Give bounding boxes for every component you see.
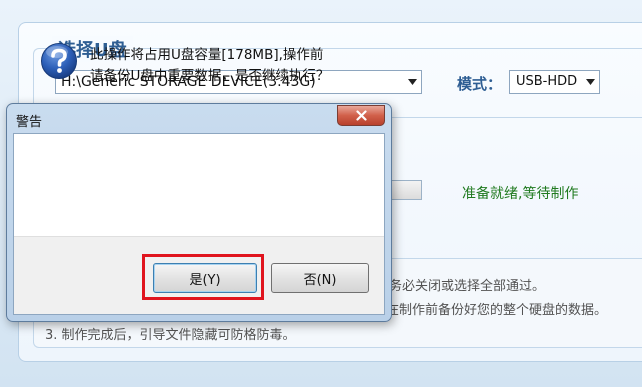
chevron-down-icon[interactable] — [404, 71, 421, 93]
mode-select-value: USB-HDD — [516, 74, 578, 89]
note-line-3: 3. 制作完成后，引导文件隐藏可防格防毒。 — [45, 328, 296, 343]
close-icon — [355, 110, 367, 121]
no-button[interactable]: 否(N) — [271, 263, 369, 293]
note-line-1: 请务必关闭或选择全部通过。 — [376, 279, 546, 294]
status-text: 准备就绪,等待制作 — [462, 186, 579, 202]
dialog-message-line-1: 此操作将占用U盘容量[178MB],操作前 — [90, 47, 324, 63]
dialog-title: 警告 — [16, 115, 43, 130]
mode-select[interactable]: USB-HDD — [509, 70, 600, 94]
mode-label: 模式： — [457, 75, 503, 93]
dialog-content — [14, 134, 384, 236]
question-icon — [41, 43, 77, 79]
dialog-message-line-2: 请备份U盘中重要数据，是否继续执行？ — [90, 68, 330, 84]
chevron-down-icon[interactable] — [582, 71, 599, 93]
yes-button[interactable]: 是(Y) — [153, 263, 257, 293]
close-button[interactable] — [337, 105, 385, 126]
note-line-2: 在制作前备份好您的整个硬盘的数据。 — [386, 303, 608, 318]
